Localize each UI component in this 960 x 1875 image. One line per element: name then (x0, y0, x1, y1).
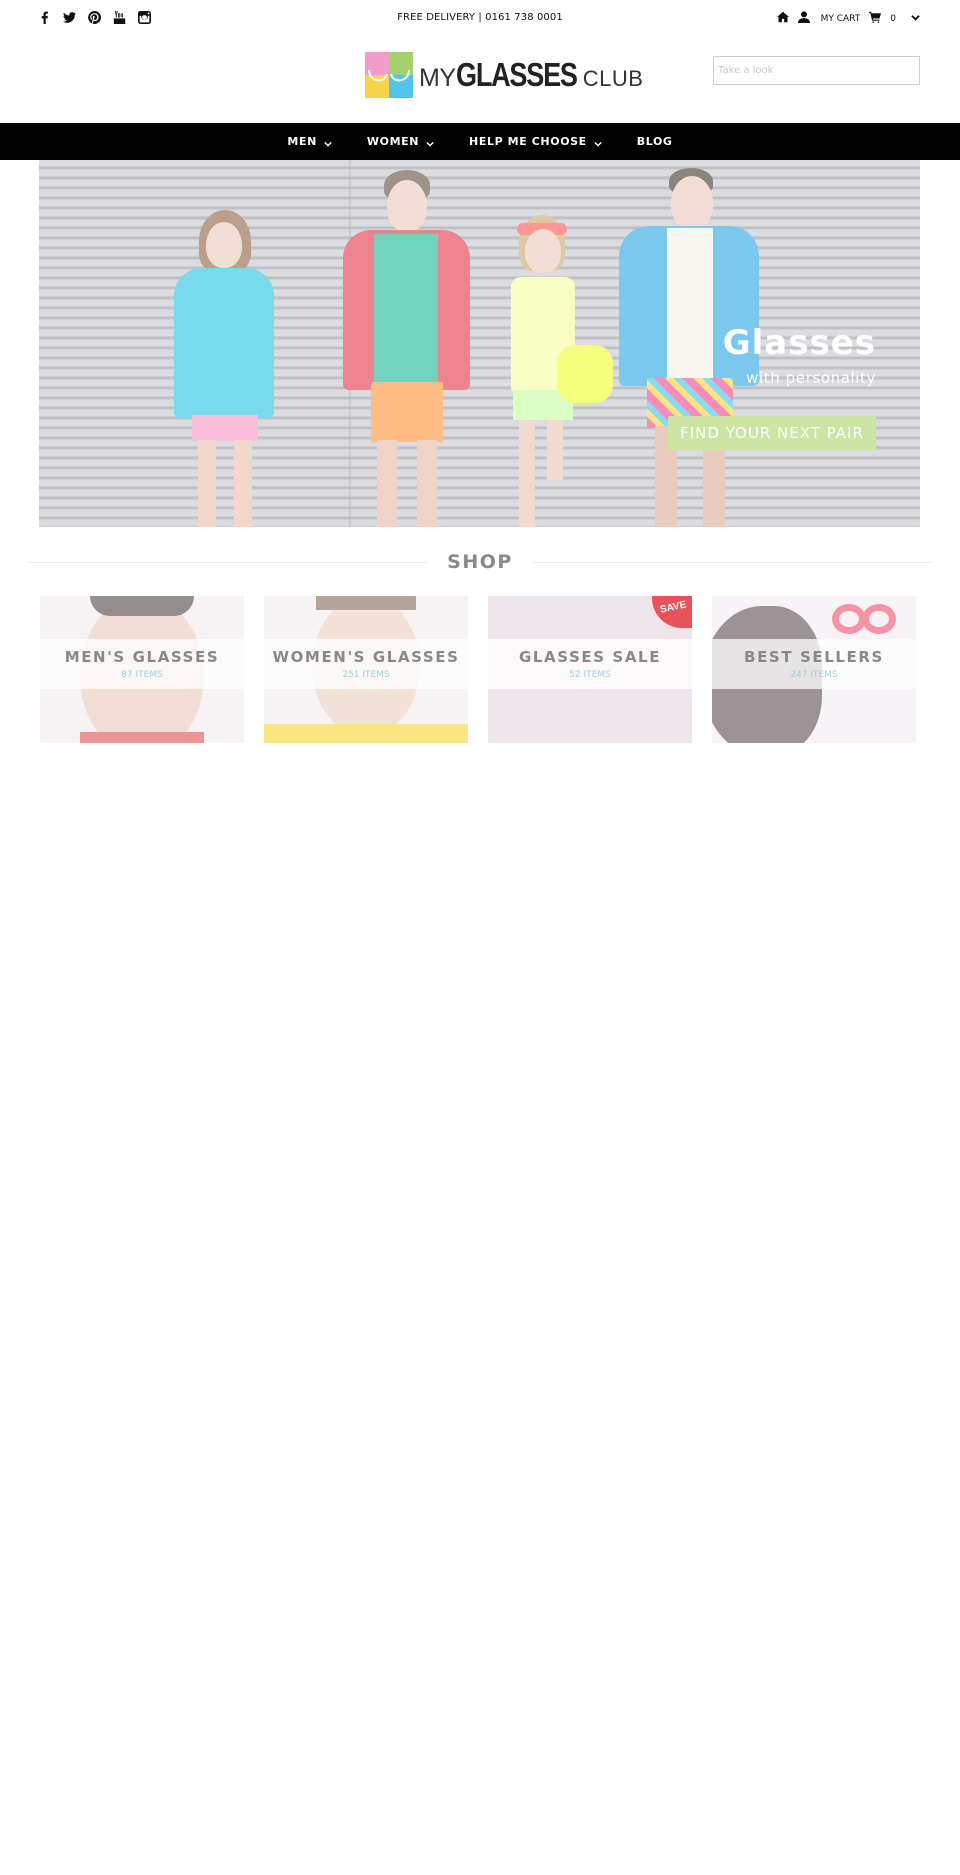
hero-subtitle: with personality (746, 369, 876, 387)
chevron-down-icon (594, 138, 602, 147)
tile-count: 87 ITEMS (121, 670, 163, 680)
shop-section-heading: SHOP (28, 548, 933, 576)
logo-wordmark: MY GLASSES CLUB (419, 56, 643, 94)
logo-club: CLUB (582, 66, 644, 91)
find-next-pair-button[interactable]: FIND YOUR NEXT PAIR (668, 416, 876, 450)
logo-my: MY (419, 64, 456, 92)
tile-count: 52 ITEMS (569, 670, 611, 680)
nav-label: WOMEN (366, 135, 420, 148)
site-logo[interactable]: MY GLASSES CLUB (365, 51, 643, 99)
nav-item-men[interactable]: MEN (271, 123, 347, 160)
logo-glasses: GLASSES (455, 56, 578, 93)
cart-icon[interactable] (869, 11, 882, 26)
chevron-down-icon (426, 138, 434, 147)
tile-title: WOMEN'S GLASSES (272, 648, 460, 666)
logo-mark (365, 52, 413, 98)
tile-count: 251 ITEMS (342, 670, 390, 680)
chevron-down-icon (324, 138, 332, 147)
divider (532, 561, 933, 563)
tile-best-sellers[interactable]: BEST SELLERS 247 ITEMS (712, 596, 916, 743)
main-nav: MEN WOMEN HELP ME CHOOSE BLOG (0, 123, 960, 160)
tile-mens-glasses[interactable]: MEN'S GLASSES 87 ITEMS (40, 596, 244, 743)
nav-item-women[interactable]: WOMEN (351, 123, 450, 160)
account-bar: MY CART 0 (776, 11, 920, 26)
hero-banner[interactable]: Glasses with personality FIND YOUR NEXT … (39, 160, 920, 527)
top-bar: FREE DELIVERY | 0161 738 0001 MY CART 0 (0, 0, 960, 36)
home-icon[interactable] (776, 11, 789, 26)
cart-count: 0 (890, 13, 896, 24)
tile-glasses-sale[interactable]: SAVE GLASSES SALE 52 ITEMS (488, 596, 692, 743)
tile-womens-glasses[interactable]: WOMEN'S GLASSES 251 ITEMS (264, 596, 468, 743)
tile-title: MEN'S GLASSES (64, 648, 220, 666)
save-badge-label: SAVE (659, 599, 688, 616)
nav-label: HELP ME CHOOSE (469, 135, 587, 148)
nav-label: MEN (287, 135, 317, 148)
nav-item-help-me-choose[interactable]: HELP ME CHOOSE (453, 123, 618, 160)
tile-title: GLASSES SALE (518, 648, 662, 666)
user-icon[interactable] (797, 11, 810, 26)
tile-title: BEST SELLERS (744, 648, 884, 666)
shop-title: SHOP (447, 551, 513, 573)
my-cart-link[interactable]: MY CART (821, 14, 861, 24)
nav-label: BLOG (636, 135, 673, 148)
divider (28, 561, 428, 563)
search-input[interactable] (713, 56, 920, 85)
tile-count: 247 ITEMS (790, 670, 838, 680)
nav-item-blog[interactable]: BLOG (621, 123, 689, 160)
chevron-down-icon[interactable] (911, 13, 920, 25)
hero-title: Glasses (722, 323, 876, 363)
